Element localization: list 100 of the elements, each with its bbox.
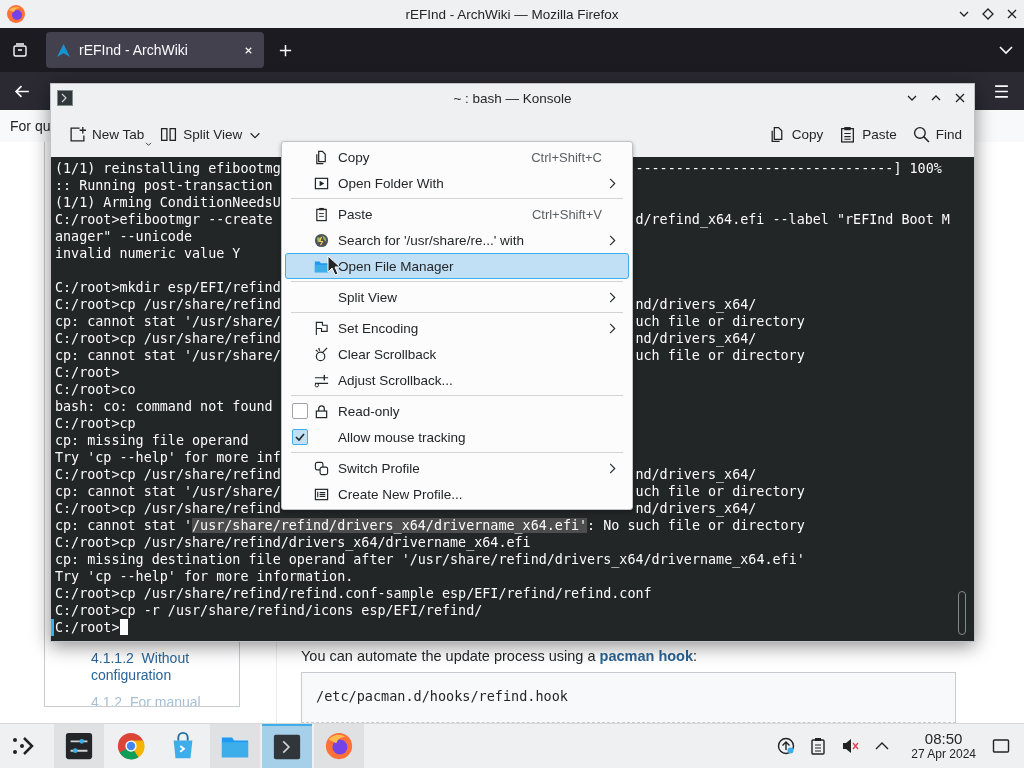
close-icon[interactable]	[954, 92, 966, 104]
tab-list-icon[interactable]	[12, 42, 28, 58]
terminal-line: Try 'cp --help' for more inf	[55, 450, 281, 465]
taskbar-app[interactable]	[262, 724, 312, 768]
pacman-hook-link[interactable]: pacman hook	[599, 648, 693, 664]
split-view-icon	[160, 126, 178, 143]
firefox-icon	[324, 731, 354, 761]
menu-icon[interactable]	[993, 82, 1010, 100]
terminal-line: C:/root>cp /usr/share/refind	[55, 467, 281, 482]
caret-icon	[145, 142, 153, 147]
close-icon[interactable]	[1006, 8, 1018, 20]
terminal-line: nd/drivers_x64/	[635, 296, 757, 313]
firefox-icon	[6, 4, 26, 24]
menu-item[interactable]: Switch Profile	[285, 455, 629, 481]
terminal-line: bash: co: command not found	[55, 399, 273, 414]
terminal-line: C:/root>co	[55, 382, 136, 397]
terminal-line: (1/1) Arming ConditionNeedsU	[55, 195, 281, 210]
terminal-line: cp: cannot stat '/usr/share/	[55, 348, 281, 363]
profile-card-icon	[314, 486, 329, 502]
banner-text: For qu	[10, 118, 51, 134]
split-view-button[interactable]: Split View	[154, 122, 269, 147]
new-tab-icon[interactable]	[278, 42, 293, 58]
new-tab-icon	[69, 126, 86, 143]
paste-icon	[314, 206, 329, 222]
terminal-line: C:/root>efibootmgr --create	[55, 212, 273, 227]
text-cursor	[119, 619, 128, 635]
menu-item[interactable]: Create New Profile...	[285, 481, 629, 507]
terminal-line: C:/root>mkdir esp/EFI/refind	[55, 280, 281, 295]
menu-item[interactable]: Paste Ctrl+Shift+V	[285, 201, 629, 227]
terminal-line: C:/root>cp /usr/share/refind/drivers_x64/drivername_x64.efi	[55, 534, 531, 551]
copy-button[interactable]: Copy	[762, 122, 830, 147]
terminal-line: C:/root>	[55, 619, 120, 636]
terminal-line: C:/root>cp	[55, 416, 136, 431]
muted-speaker-icon[interactable]	[841, 737, 860, 755]
terminal-line: C:/root>cp /usr/share/refind/refind.conf-sample esp/EFI/refind/refind.conf	[55, 585, 652, 602]
broom-icon	[314, 346, 329, 362]
terminal-line: nd/drivers_x64/	[635, 330, 757, 347]
terminal-line: C:/root>cp /usr/share/refind	[55, 501, 281, 516]
terminal-line: cp: cannot stat '/usr/share/	[55, 484, 281, 499]
menu-item[interactable]: Read-only	[285, 398, 629, 424]
menu-item[interactable]: Set Encoding	[285, 315, 629, 341]
terminal-line: C:/root>cp /usr/share/refind	[55, 297, 281, 312]
terminal-line: uch file or directory	[635, 347, 805, 364]
menu-item[interactable]: Split View	[285, 284, 629, 310]
globe-icon	[314, 232, 329, 248]
terminal-line: --------------------------------] 100%	[635, 160, 942, 177]
terminal-line: :: Running post-transaction	[55, 178, 273, 193]
play-icon	[314, 175, 329, 191]
terminal-line: Try 'cp --help' for more information.	[55, 568, 354, 585]
menu-item[interactable]: Open File Manager	[285, 253, 629, 279]
maximize-icon[interactable]	[982, 8, 994, 20]
update-icon[interactable]	[777, 737, 796, 755]
paragraph: You can automate the update process using a pacman hook:	[301, 648, 699, 664]
copy-icon	[314, 149, 329, 165]
search-icon	[912, 126, 930, 143]
terminal-line: uch file or directory	[635, 483, 805, 500]
flag-icon	[314, 320, 329, 336]
browser-icon	[116, 731, 146, 761]
browser-tab[interactable]: rEFInd - ArchWiki	[46, 32, 264, 68]
terminal-line: cp: cannot stat '/usr/share/refind/drivers_x64/drivername_x64.efi': No such file or directory	[55, 517, 805, 534]
paste-icon	[839, 126, 857, 143]
menu-item[interactable]: Search for '/usr/share/re...' with	[285, 227, 629, 253]
terminal-line: C:/root>cp /usr/share/refind	[55, 331, 281, 346]
terminal-icon	[272, 732, 302, 762]
terminal-line: nd/drivers_x64/	[635, 466, 757, 483]
terminal-line: cp: missing destination file operand after '/usr/share/refind/drivers_x64/drivername_x64.efi'	[55, 551, 805, 568]
menu-item[interactable]: Allow mouse tracking	[285, 424, 629, 450]
terminal-line: (1/1) reinstalling efibootmg	[55, 161, 281, 176]
clipboard-icon[interactable]	[809, 737, 828, 755]
terminal-line: C:/root>cp -r /usr/share/refind/icons esp/EFI/refind/	[55, 602, 483, 619]
taskbar-app[interactable]	[54, 724, 104, 768]
terminal-line: anager" --unicode	[55, 229, 193, 244]
find-button[interactable]: Find	[906, 122, 968, 147]
terminal-line: uch file or directory	[635, 313, 805, 330]
clock[interactable]: 08:50 27 Apr 2024	[911, 731, 976, 761]
menu-item[interactable]: Open Folder With	[285, 170, 629, 196]
terminal-icon	[57, 90, 73, 106]
toc-link[interactable]: 4.1.1.2 Without configuration	[91, 650, 227, 684]
profiles-icon	[314, 460, 329, 476]
menu-item[interactable]: Adjust Scrollback...	[285, 367, 629, 393]
settings-icon	[64, 731, 94, 761]
checkbox[interactable]	[292, 403, 308, 419]
window-title: ~ : bash — Konsole	[453, 90, 572, 106]
show-desktop-icon[interactable]	[992, 737, 1010, 755]
paste-button[interactable]: Paste	[833, 122, 903, 147]
sliders-icon	[314, 372, 329, 388]
terminal-line: nd/drivers_x64/	[635, 500, 757, 517]
new-tab-button[interactable]: New Tab	[63, 122, 151, 147]
lock-icon	[314, 403, 329, 419]
terminal-line: d/refind_x64.efi --label "rEFInd Boot M	[635, 211, 950, 228]
terminal-line: cp: missing file operand	[55, 433, 249, 448]
terminal-line: C:/root>	[55, 365, 120, 380]
window-title: rEFInd - ArchWiki — Mozilla Firefox	[405, 6, 619, 22]
menu-item[interactable]: Copy Ctrl+Shift+C	[285, 144, 629, 170]
code-block: /etc/pacman.d/hooks/refind.hook	[301, 672, 956, 723]
terminal-line: cp: cannot stat '/usr/share/	[55, 314, 281, 329]
checkbox[interactable]	[292, 429, 308, 445]
menu-item[interactable]: Clear Scrollback	[285, 341, 629, 367]
terminal-line: invalid numeric value Y	[55, 246, 241, 261]
arch-logo-icon	[56, 42, 71, 58]
